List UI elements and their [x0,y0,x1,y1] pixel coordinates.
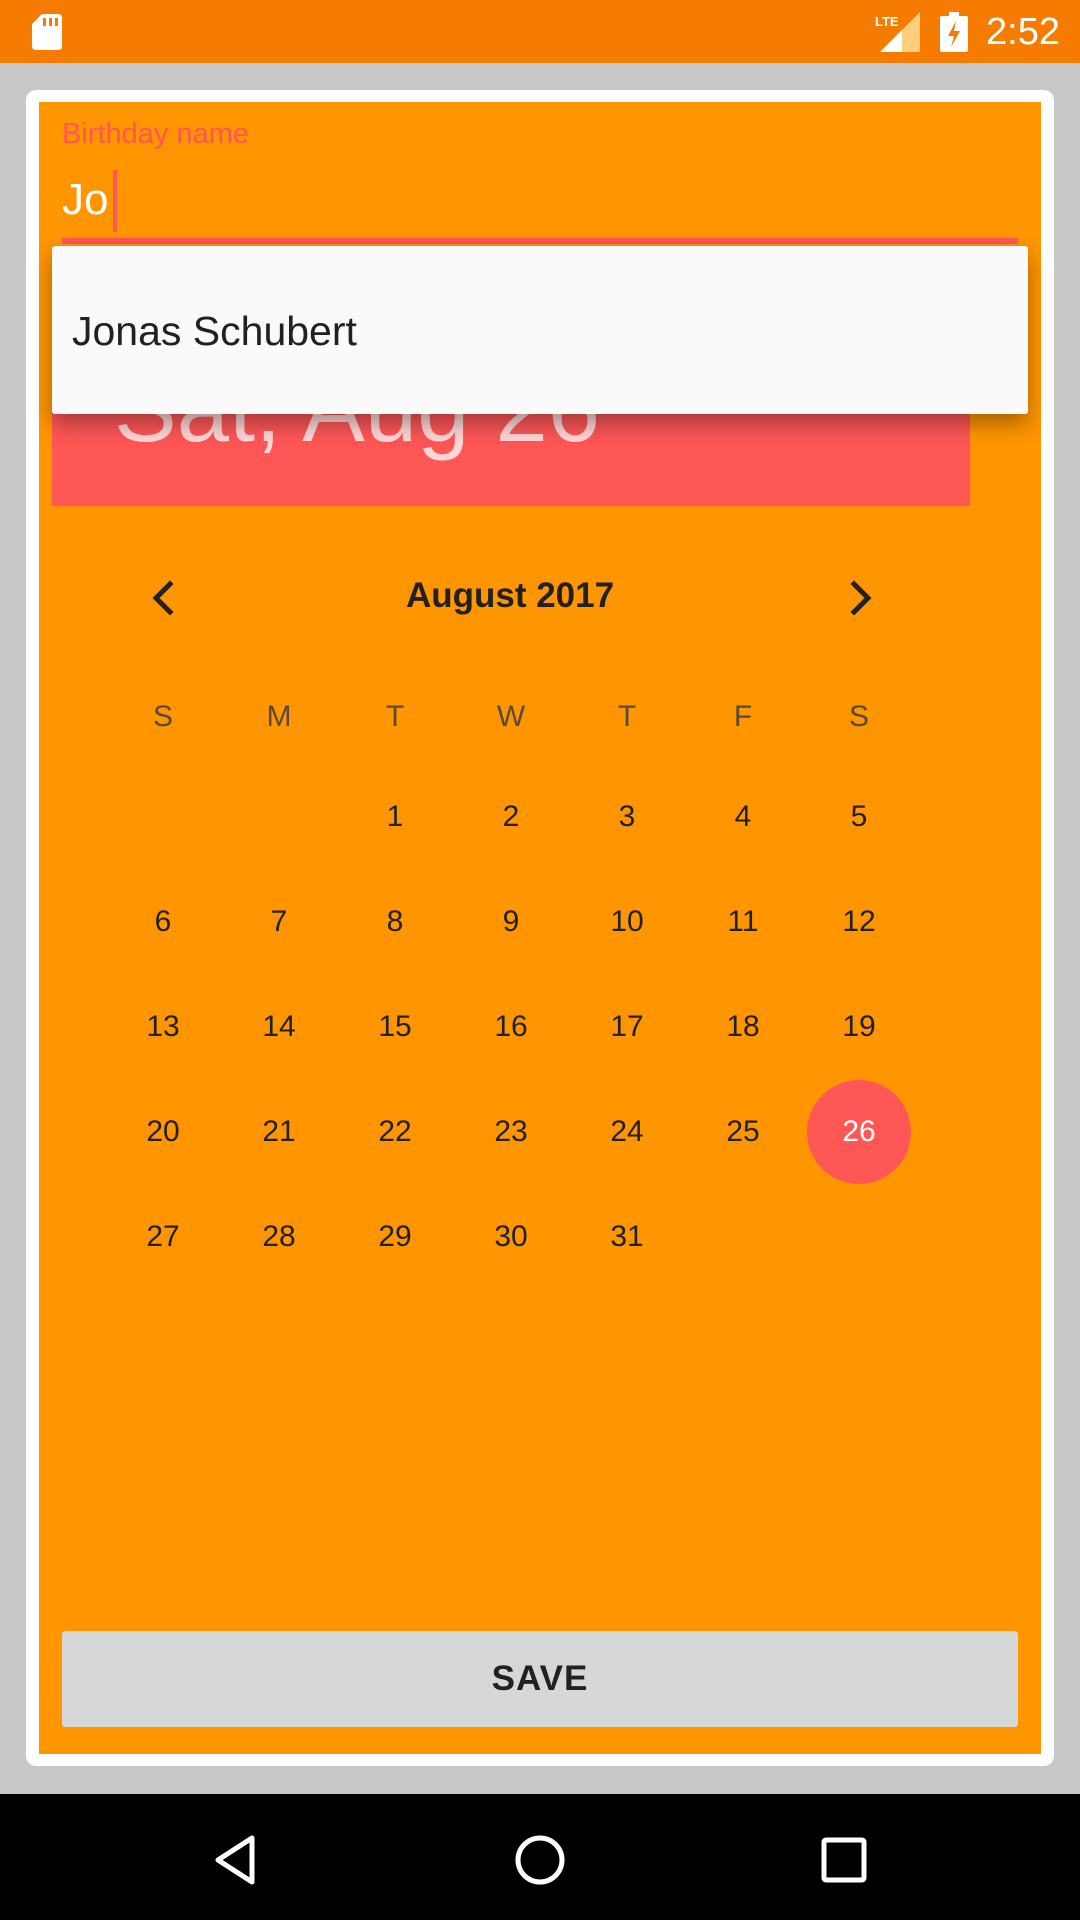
calendar-day[interactable]: 19 [809,1007,909,1047]
suggestion-item[interactable]: Jonas Schubert [52,246,1028,414]
calendar-day[interactable]: 23 [461,1112,561,1152]
chevron-left-icon [152,580,174,616]
previous-month-button[interactable] [134,568,194,628]
calendar-day[interactable]: 6 [113,902,213,942]
calendar-day[interactable]: 5 [809,797,909,837]
calendar-day-selected[interactable]: 26 [809,1112,909,1152]
calendar-day[interactable]: 10 [577,902,677,942]
weekday-label: M [266,700,292,733]
weekday-label: T [385,700,405,733]
calendar-day[interactable]: 7 [229,902,329,942]
calendar-day[interactable]: 18 [693,1007,793,1047]
calendar-day[interactable]: 20 [113,1112,213,1152]
weekday-label: S [152,700,173,733]
calendar-day[interactable]: 12 [809,902,909,942]
calendar-day[interactable]: 27 [113,1217,213,1257]
battery-charging-icon [940,12,968,52]
calendar-day[interactable]: 25 [693,1112,793,1152]
birthday-name-input[interactable]: Jo [62,172,108,228]
sd-card-icon [32,14,62,50]
next-month-button[interactable] [830,568,890,628]
weekday-label: T [617,700,637,733]
weekday-label: S [848,700,869,733]
save-button-label: SAVE [491,1659,589,1698]
calendar-day[interactable]: 22 [345,1112,445,1152]
chevron-right-icon [850,580,872,616]
calendar-day[interactable]: 15 [345,1007,445,1047]
home-icon[interactable] [512,1832,568,1888]
status-time: 2:52 [986,11,1060,53]
calendar-day[interactable]: 1 [345,797,445,837]
birthday-name-label: Birthday name [62,118,249,150]
calendar-day[interactable]: 11 [693,902,793,942]
calendar-day[interactable]: 4 [693,797,793,837]
save-button[interactable]: SAVE [62,1631,1018,1727]
calendar-day[interactable]: 3 [577,797,677,837]
autocomplete-dropdown: Jonas Schubert [52,246,1028,414]
calendar-day[interactable]: 24 [577,1112,677,1152]
recents-icon[interactable] [816,1832,872,1888]
weekday-label: W [496,700,526,733]
calendar-day[interactable]: 14 [229,1007,329,1047]
calendar-day[interactable]: 29 [345,1217,445,1257]
calendar-day[interactable]: 17 [577,1007,677,1047]
calendar-day[interactable]: 8 [345,902,445,942]
svg-text:LTE: LTE [875,14,899,29]
calendar-day[interactable]: 13 [113,1007,213,1047]
suggestion-label: Jonas Schubert [72,308,357,354]
back-icon[interactable] [210,1832,266,1888]
calendar-day[interactable]: 30 [461,1217,561,1257]
calendar-day[interactable]: 28 [229,1217,329,1257]
calendar-day[interactable]: 16 [461,1007,561,1047]
lte-signal-icon: LTE [875,12,920,52]
text-cursor [113,170,117,232]
month-year-label: August 2017 [405,576,615,615]
calendar-day[interactable]: 9 [461,902,561,942]
calendar-day[interactable]: 31 [577,1217,677,1257]
weekday-label: F [733,700,753,733]
status-bar: LTE 2:52 [0,0,1080,63]
input-underline [62,238,1018,244]
calendar-day[interactable]: 2 [461,797,561,837]
calendar-day[interactable]: 21 [229,1112,329,1152]
